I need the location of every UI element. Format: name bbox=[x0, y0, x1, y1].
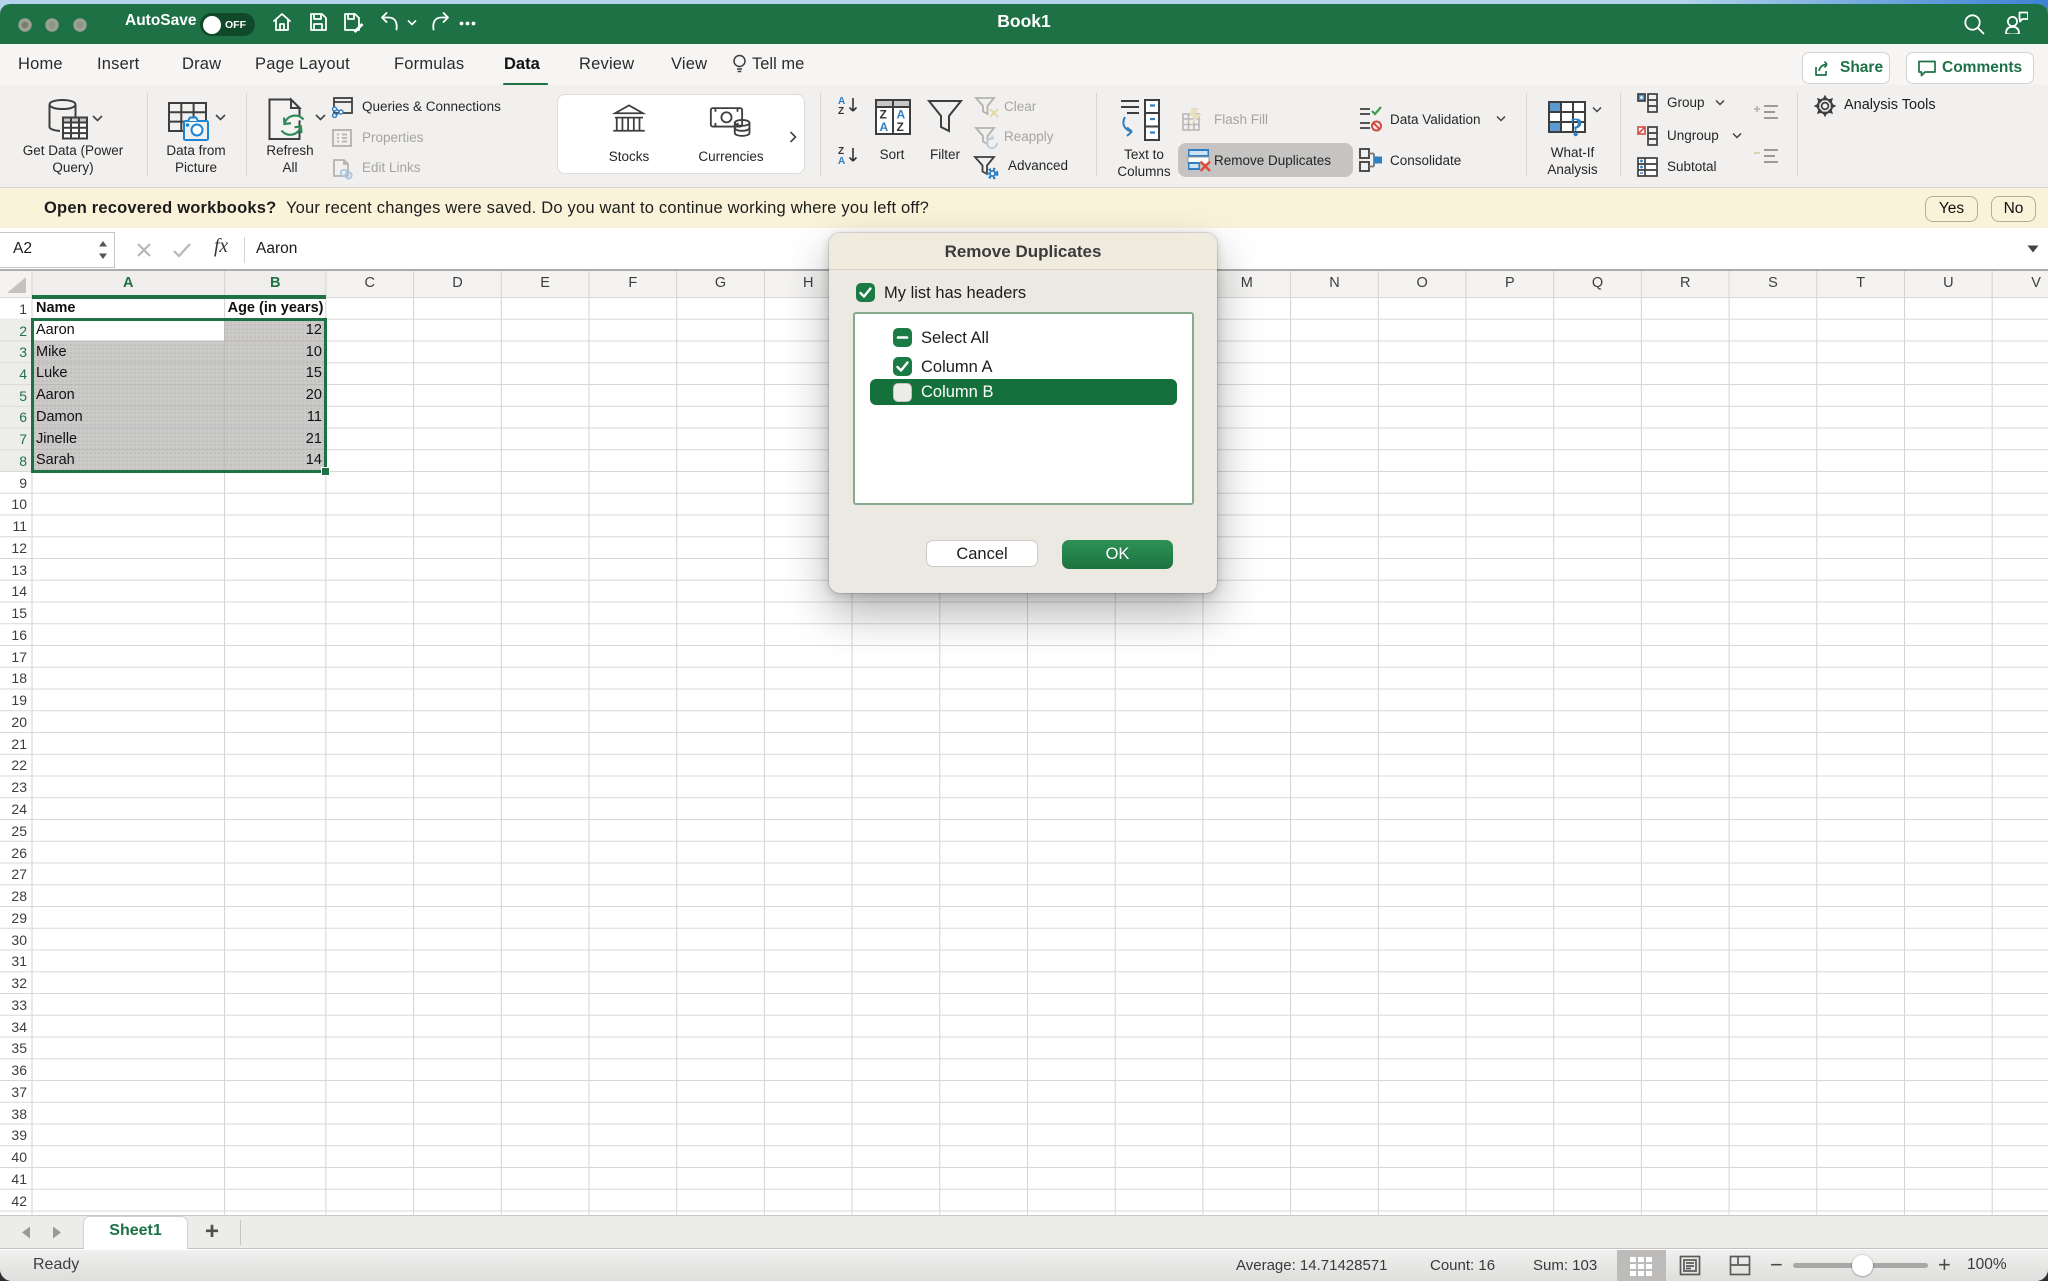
svg-text:A: A bbox=[838, 156, 845, 165]
svg-text:Z: Z bbox=[897, 120, 904, 134]
svg-text:?: ? bbox=[1570, 113, 1583, 140]
svg-text:A: A bbox=[880, 120, 889, 134]
svg-text:Z: Z bbox=[838, 106, 844, 115]
